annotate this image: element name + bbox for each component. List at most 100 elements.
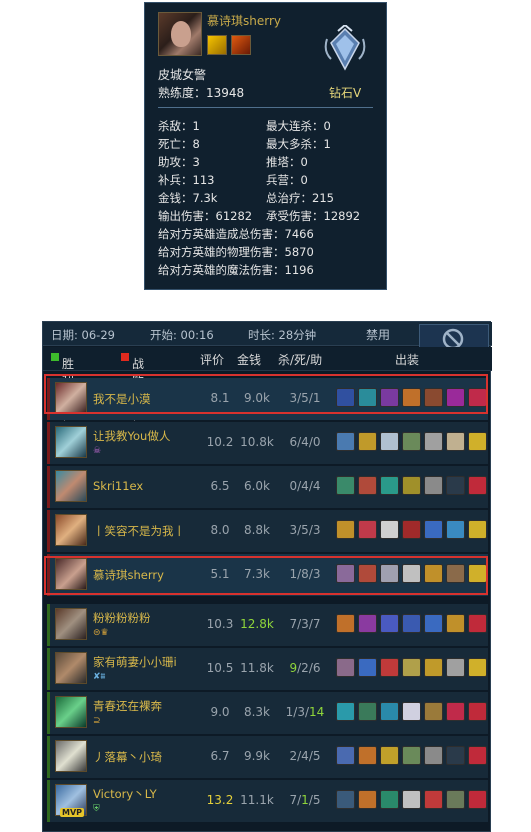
stat-largest-multikill: 最大多杀：1	[266, 137, 331, 151]
header-items: 出装	[395, 353, 420, 367]
player-gold: 8.8k	[243, 523, 271, 537]
item-icon	[336, 702, 355, 721]
player-kda: 7/3/7	[289, 617, 321, 631]
player-score: 6.7	[210, 749, 230, 763]
item-icon	[446, 790, 465, 809]
item-icon	[402, 746, 421, 765]
stat-damage-dealt: 输出伤害：61282	[158, 209, 253, 223]
card-player-name: 慕诗琪sherry	[207, 14, 281, 28]
player-score: 13.2	[206, 793, 234, 807]
champion-avatar	[55, 740, 87, 772]
item-icon	[336, 658, 355, 677]
item-icon	[380, 790, 399, 809]
rank-label: 钻石Ⅴ	[329, 86, 362, 100]
highlight-frame	[44, 374, 488, 414]
champion-portrait	[158, 12, 202, 56]
item-icon	[424, 658, 443, 677]
player-score: 8.0	[210, 523, 230, 537]
item-icon	[446, 432, 465, 451]
item-icon	[446, 520, 465, 539]
item-icon	[446, 614, 465, 633]
player-name[interactable]: 丨笑容不是为我丨	[93, 523, 185, 539]
champion-avatar	[55, 470, 87, 502]
summoner-spell-ignite-icon	[231, 35, 251, 55]
player-gold: 8.3k	[243, 705, 271, 719]
stat-towers: 推塔：0	[266, 155, 308, 169]
player-gold: 10.8k	[240, 435, 274, 449]
player-row[interactable]: 家有萌妻小小珊i ✘⩩ 10.5 11.8k 9/2/6	[47, 648, 488, 690]
stat-champion-damage-total: 给对方英雄造成总伤害：7466	[158, 227, 314, 241]
item-icon	[380, 520, 399, 539]
player-gold: 6.0k	[243, 479, 271, 493]
player-row[interactable]: MVP Victory丶LY ⛨ 13.2 11.1k 7/1/5	[47, 780, 488, 822]
player-name[interactable]: 家有萌妻小小珊i	[93, 654, 177, 670]
match-duration: 时长: 28分钟	[248, 328, 317, 342]
item-icon	[468, 702, 487, 721]
shield-badge-icon: ⛨	[93, 804, 100, 814]
player-name[interactable]: 青春还在裸奔	[93, 698, 162, 714]
champion-avatar	[55, 608, 87, 640]
item-build	[336, 520, 487, 540]
player-row[interactable]: 青春还在裸奔 ⊇ 9.0 8.3k 1/3/14	[47, 692, 488, 734]
item-icon	[358, 432, 377, 451]
empty-slot-icon	[446, 476, 465, 495]
stat-champion-damage-physical: 给对方英雄的物理伤害：5870	[158, 245, 314, 259]
summoner-spell-flash-icon	[207, 35, 227, 55]
player-name[interactable]: Victory丶LY	[93, 786, 157, 802]
player-row[interactable]: 丿落幕丶小琦 6.7 9.9k 2/4/5	[47, 736, 488, 778]
player-row[interactable]: 让我教You做人 ☠ 10.2 10.8k 6/4/0	[47, 422, 488, 464]
champion-avatar	[55, 696, 87, 728]
item-icon	[468, 432, 487, 451]
stat-gold: 金钱：7.3k	[158, 191, 218, 205]
item-icon	[358, 702, 377, 721]
mastery-label: 熟练度：	[158, 86, 207, 100]
player-kda: 2/4/5	[289, 749, 321, 763]
player-kda: 3/5/3	[289, 523, 321, 537]
item-icon	[336, 614, 355, 633]
item-icon	[336, 790, 355, 809]
item-icon	[336, 476, 355, 495]
item-build	[336, 476, 487, 496]
win-legend-swatch-icon	[51, 353, 59, 361]
player-name[interactable]: Skri11ex	[93, 479, 143, 493]
stat-deaths: 死亡：8	[158, 137, 200, 151]
item-icon	[468, 790, 487, 809]
highlight-frame	[44, 556, 488, 595]
player-score: 6.5	[210, 479, 230, 493]
match-date: 日期: 06-29	[51, 328, 115, 342]
player-name[interactable]: 粉粉粉粉粉	[93, 610, 151, 626]
badge-icons: ⊜♛	[93, 628, 109, 638]
player-name[interactable]: 让我教You做人	[93, 428, 170, 444]
item-icon	[402, 476, 421, 495]
item-icon	[424, 476, 443, 495]
stat-inhibitors: 兵营：0	[266, 173, 308, 187]
item-icon	[336, 520, 355, 539]
player-score: 10.2	[206, 435, 234, 449]
item-icon	[424, 614, 443, 633]
scoreboard-header: 胜利队伍 战败队伍 评价 金钱 杀/死/助 出装	[43, 347, 492, 422]
item-icon	[468, 658, 487, 677]
stat-cs: 补兵：113	[158, 173, 215, 187]
champion-avatar	[55, 426, 87, 458]
player-row[interactable]: 丨笑容不是为我丨 8.0 8.8k 3/5/3	[47, 510, 488, 552]
player-row[interactable]: Skri11ex 6.5 6.0k 0/4/4	[47, 466, 488, 508]
mastery: 熟练度：13948	[158, 84, 244, 101]
item-icon	[380, 702, 399, 721]
champion-avatar	[55, 652, 87, 684]
player-row[interactable]: 粉粉粉粉粉 ⊜♛ 10.3 12.8k 7/3/7	[47, 604, 488, 646]
stat-healing: 总治疗：215	[266, 191, 334, 205]
item-icon	[380, 614, 399, 633]
item-icon	[380, 658, 399, 677]
empty-slot-icon	[446, 746, 465, 765]
champion-avatar	[55, 514, 87, 546]
player-name[interactable]: 丿落幕丶小琦	[93, 749, 162, 765]
item-build	[336, 790, 487, 810]
player-gold: 12.8k	[240, 617, 274, 631]
item-icon	[402, 790, 421, 809]
skull-badge-icon: ☠	[93, 446, 102, 456]
player-kda: 7/1/5	[289, 793, 321, 807]
ban-label: 禁用	[366, 328, 391, 342]
player-gold: 11.1k	[240, 793, 274, 807]
item-icon	[358, 746, 377, 765]
item-icon	[402, 520, 421, 539]
